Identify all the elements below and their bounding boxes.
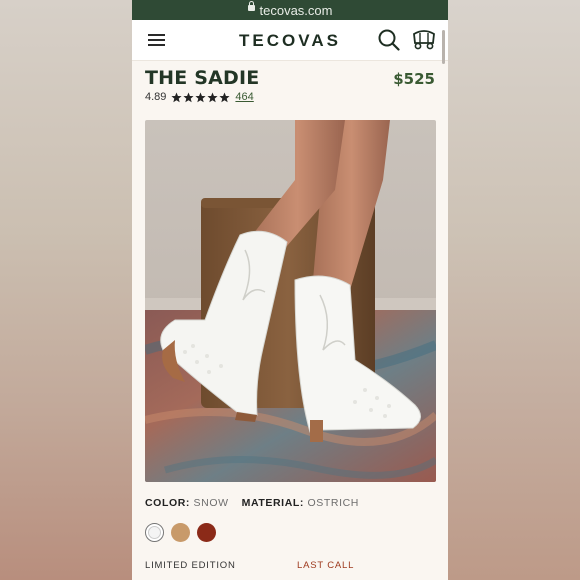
last-call-label: LAST CALL: [297, 560, 355, 571]
material-info: MATERIAL: OSTRICH: [241, 497, 359, 509]
star-rating: [171, 92, 230, 103]
star-icon: [219, 92, 230, 102]
url-text: tecovas.com: [259, 2, 333, 18]
product-title: THE SADIE: [145, 67, 260, 89]
collection-labels: LIMITED EDITION LAST CALL: [145, 560, 435, 571]
product-details: COLOR: SNOW MATERIAL: OSTRICH: [145, 497, 359, 509]
product-image[interactable]: [145, 120, 436, 482]
color-info: COLOR: SNOW: [145, 497, 229, 509]
star-icon: [171, 92, 182, 102]
product-price: $525: [393, 70, 435, 88]
boots-photo: [145, 120, 436, 482]
lock-icon: [247, 1, 255, 13]
browser-url-bar[interactable]: tecovas.com: [132, 0, 448, 20]
site-header: TECOVAS: [132, 20, 448, 61]
blurred-background-left: [0, 0, 132, 580]
color-swatches: [145, 523, 216, 542]
blurred-background-right: [448, 0, 580, 580]
star-icon: [207, 92, 218, 102]
rating-row: 4.89 464: [132, 89, 448, 103]
scrollbar[interactable]: [442, 30, 445, 64]
menu-icon[interactable]: [148, 34, 165, 46]
phone-screen: tecovas.com TECOVAS THE SADIE $525 4.89: [132, 0, 448, 580]
star-icon: [195, 92, 206, 102]
swatch-tan[interactable]: [171, 523, 190, 542]
cart-wagon-icon[interactable]: [412, 30, 436, 50]
limited-edition-label: LIMITED EDITION: [145, 560, 236, 571]
star-icon: [183, 92, 194, 102]
swatch-snow[interactable]: [145, 523, 164, 542]
search-icon[interactable]: [378, 29, 400, 51]
review-count-link[interactable]: 464: [235, 91, 253, 103]
swatch-red[interactable]: [197, 523, 216, 542]
rating-value: 4.89: [145, 91, 167, 103]
